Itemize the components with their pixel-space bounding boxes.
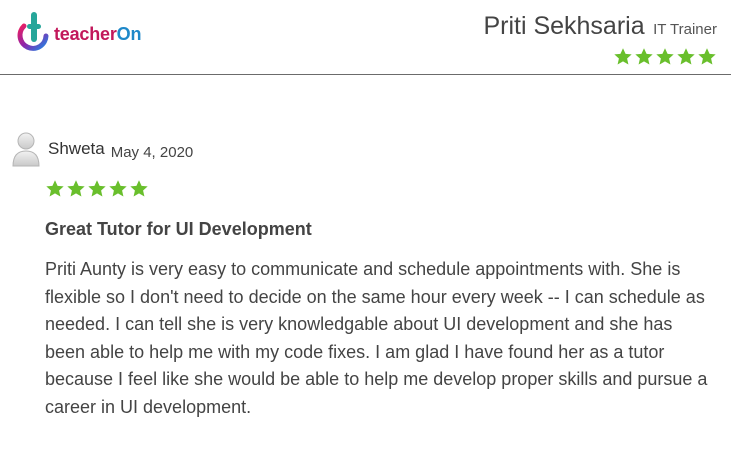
star-icon (614, 48, 632, 65)
star-icon (677, 48, 695, 65)
review-body: Priti Aunty is very easy to communicate … (45, 259, 708, 417)
star-icon (130, 180, 148, 197)
teacheron-logo-mark-icon (17, 12, 49, 51)
star-icon (656, 48, 674, 65)
star-icon (67, 180, 85, 197)
star-icon (635, 48, 653, 65)
tutor-name[interactable]: Priti Sekhsaria (483, 12, 644, 40)
logo-wordmark: teacherOn (54, 23, 142, 44)
header-divider (0, 74, 731, 75)
review-title: Great Tutor for UI Development (45, 219, 312, 239)
review-rating (45, 179, 149, 199)
tutor-role: IT Trainer (653, 21, 717, 38)
reviewer-row: Shweta May 4, 2020 (12, 131, 193, 167)
teacheron-logo[interactable]: teacherOn (12, 8, 141, 54)
star-icon (698, 48, 716, 65)
user-avatar-icon (12, 132, 40, 167)
star-icon (88, 180, 106, 197)
tutor-info: Priti Sekhsaria IT Trainer (483, 12, 717, 67)
review-date: May 4, 2020 (110, 144, 194, 161)
star-icon (109, 180, 127, 197)
star-icon (46, 180, 64, 197)
page-header: teacherOn Priti Sekhsaria IT Trainer (0, 0, 731, 75)
reviewer-name: Shweta (48, 139, 105, 158)
tutor-rating (483, 47, 717, 67)
